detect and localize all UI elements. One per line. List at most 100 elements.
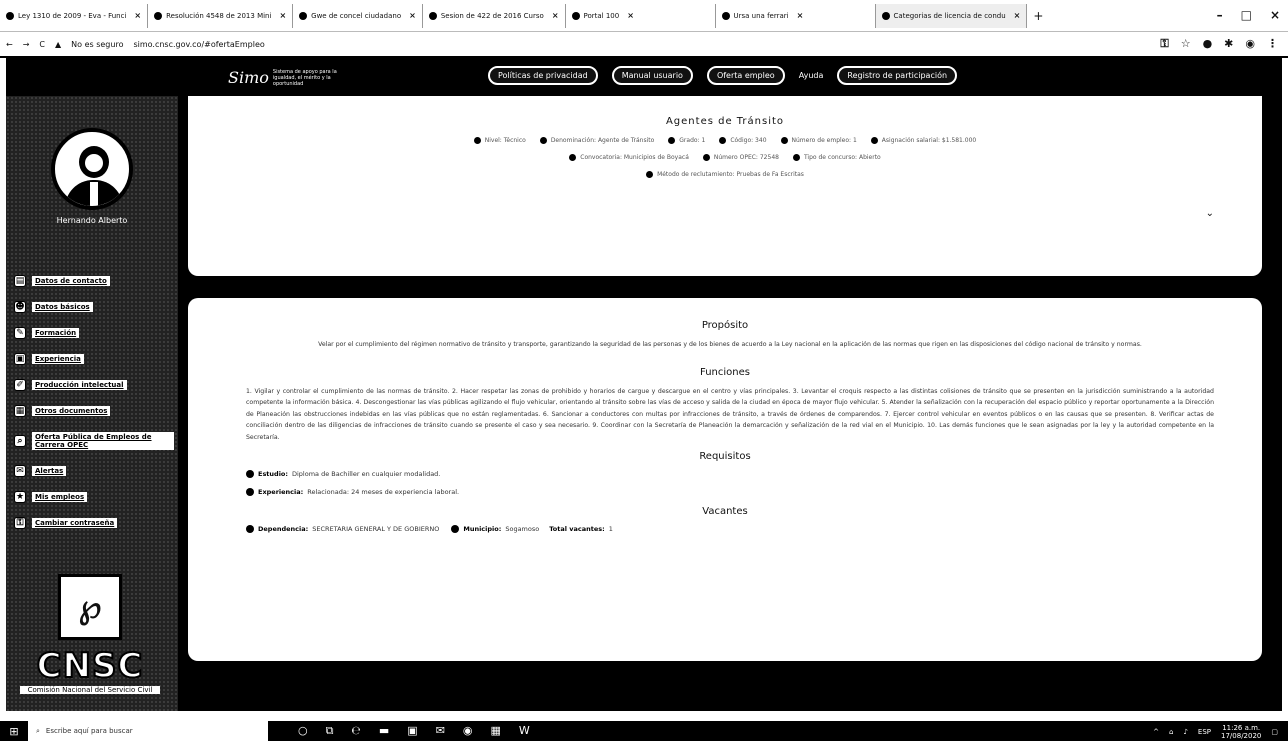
user-name: Hernando Alberto bbox=[56, 216, 128, 225]
task-view-icon[interactable]: ⧉ bbox=[326, 724, 334, 738]
browser-tab[interactable]: Ursa una ferrari × bbox=[716, 3, 876, 28]
browser-tab[interactable]: Ley 1310 de 2009 - Eva - Funci × bbox=[0, 3, 149, 28]
search-icon: ⌕ bbox=[36, 726, 40, 735]
sidebar-item-mis-empleos[interactable]: ★ Mis empleos bbox=[14, 484, 174, 510]
sidebar-item-cambiar-contrasena[interactable]: ⚿ Cambiar contraseña bbox=[14, 510, 174, 536]
meta-item: Número de empleo: 1 bbox=[780, 137, 857, 144]
nav-privacy-button[interactable]: Políticas de privacidad bbox=[488, 66, 598, 85]
nav-registro-button[interactable]: Registro de participación bbox=[837, 66, 958, 85]
document-icon: ▦ bbox=[14, 405, 26, 417]
sidebar-item-formacion[interactable]: ✎ Formación bbox=[14, 320, 174, 346]
clock[interactable]: 11:26 a.m. 17/08/2020 bbox=[1221, 724, 1261, 740]
mail-icon[interactable]: ✉ bbox=[436, 724, 445, 738]
sidebar-item-experiencia[interactable]: ▣ Experiencia bbox=[14, 346, 174, 372]
close-tab-icon[interactable]: × bbox=[134, 11, 141, 20]
menu-icon[interactable]: ⋮ bbox=[1267, 37, 1278, 51]
person-icon: ☻ bbox=[14, 301, 26, 313]
taskbar-search[interactable]: ⌕ Escribe aquí para buscar bbox=[28, 721, 268, 741]
cortana-icon[interactable]: ○ bbox=[298, 724, 308, 738]
graduation-icon bbox=[246, 470, 254, 478]
warning-icon: ▲ bbox=[55, 39, 62, 49]
file-explorer-icon[interactable]: ▬ bbox=[379, 724, 389, 738]
close-tab-icon[interactable]: × bbox=[797, 11, 804, 20]
tray-arrow-icon[interactable]: ^ bbox=[1153, 728, 1159, 736]
requisito-experiencia: Experiencia: Relacionada: 24 meses de exp… bbox=[188, 488, 1262, 496]
sidebar-item-produccion[interactable]: ✐ Producción intelectual bbox=[14, 372, 174, 398]
chevron-down-icon[interactable]: ⌄ bbox=[1206, 208, 1214, 219]
browser-tab[interactable]: Sesion de 422 de 2016 Curso × bbox=[423, 3, 566, 28]
browser-actions: ⚿ ☆ ● ✱ ◉ ⋮ bbox=[1160, 37, 1278, 51]
extension-icon[interactable]: ● bbox=[1203, 37, 1213, 51]
title-icon bbox=[539, 137, 547, 144]
security-label[interactable]: No es seguro bbox=[71, 40, 123, 49]
section-title-proposito: Propósito bbox=[701, 320, 749, 331]
browser-tab-active[interactable]: Categorias de licencia de condu × bbox=[875, 3, 1028, 28]
grade-icon bbox=[668, 137, 676, 144]
sidebar-item-opec[interactable]: ⌕ Oferta Pública de Empleos de Carrera OP… bbox=[14, 424, 174, 458]
network-icon[interactable]: ⌂ bbox=[1169, 728, 1173, 736]
close-tab-icon[interactable]: × bbox=[409, 11, 416, 20]
close-tab-icon[interactable]: × bbox=[1014, 11, 1021, 20]
requisito-estudio: Estudio: Diploma de Bachiller en cualquie… bbox=[188, 470, 1262, 478]
close-window-icon[interactable]: × bbox=[1270, 8, 1280, 22]
minimize-icon[interactable]: – bbox=[1217, 8, 1223, 22]
location-icon bbox=[451, 525, 460, 533]
close-tab-icon[interactable]: × bbox=[279, 11, 286, 20]
sidebar-item-datos-contacto[interactable]: ▤ Datos de contacto bbox=[14, 268, 174, 294]
nav-help-link[interactable]: Ayuda bbox=[799, 71, 824, 80]
job-detail-card: Propósito Velar por el cumplimiento del … bbox=[188, 298, 1262, 661]
system-tray: ^ ⌂ ♪ ESP 11:26 a.m. 17/08/2020 ▢ bbox=[1153, 724, 1278, 740]
tab-favicon-icon bbox=[881, 11, 890, 20]
window-controls: – □ × bbox=[1217, 8, 1280, 22]
avatar[interactable] bbox=[51, 128, 133, 210]
briefcase-icon bbox=[246, 488, 254, 496]
notifications-icon[interactable]: ▢ bbox=[1271, 728, 1278, 736]
key-icon[interactable]: ⚿ bbox=[1160, 37, 1168, 51]
meta-item: Asignación salarial: $1.581.000 bbox=[870, 137, 976, 144]
close-tab-icon[interactable]: × bbox=[627, 11, 634, 20]
type-icon bbox=[792, 154, 800, 161]
reload-icon[interactable]: C bbox=[39, 40, 45, 49]
app-icon[interactable]: ▦ bbox=[491, 724, 501, 738]
language-indicator[interactable]: ESP bbox=[1198, 728, 1211, 736]
users-icon bbox=[246, 525, 254, 533]
back-icon[interactable]: ← bbox=[6, 40, 13, 49]
tab-favicon-icon bbox=[6, 11, 14, 20]
browser-tab[interactable]: Gwe de concel ciudadano × bbox=[293, 3, 423, 28]
cnsc-subtitle: Comisión Nacional del Servicio Civil bbox=[20, 686, 160, 694]
job-meta-row: Convocatoria: Municipios de Boyacá Númer… bbox=[188, 154, 1262, 161]
funciones-text: 1. Vigilar y controlar el cumplimiento d… bbox=[246, 387, 1214, 441]
section-title-vacantes: Vacantes bbox=[702, 506, 748, 517]
meta-item: Código: 340 bbox=[719, 137, 767, 144]
simo-logo[interactable]: Simo Sistema de apoyo para la igualdad, … bbox=[228, 68, 343, 87]
sidebar-item-otros-documentos[interactable]: ▦ Otros documentos bbox=[14, 398, 174, 424]
profile-icon[interactable]: ◉ bbox=[1245, 37, 1255, 51]
browser-tab[interactable]: Resolución 4548 de 2013 Mini × bbox=[148, 3, 294, 28]
proposito-text: Velar por el cumplimiento del régimen no… bbox=[318, 341, 1142, 348]
tab-favicon-icon bbox=[154, 11, 163, 20]
nav-manual-button[interactable]: Manual usuario bbox=[611, 66, 693, 85]
meta-item: Convocatoria: Municipios de Boyacá bbox=[569, 154, 689, 161]
meta-item: Nivel: Técnico bbox=[473, 137, 526, 144]
meta-item: Denominación: Agente de Tránsito bbox=[539, 137, 654, 144]
forward-icon[interactable]: → bbox=[23, 40, 30, 49]
store-icon[interactable]: ▣ bbox=[407, 724, 417, 738]
windows-start-icon[interactable]: ⊞ bbox=[0, 721, 28, 741]
chrome-icon[interactable]: ◉ bbox=[463, 724, 473, 738]
maximize-icon[interactable]: □ bbox=[1241, 8, 1252, 22]
browser-tab[interactable]: Portal 100 × bbox=[566, 3, 716, 28]
cnsc-wordmark: CNSC bbox=[36, 645, 144, 687]
edge-icon[interactable]: ℮ bbox=[351, 724, 360, 738]
volume-icon[interactable]: ♪ bbox=[1183, 728, 1187, 736]
url-input[interactable]: simo.cnsc.gov.co/#ofertaEmpleo bbox=[133, 40, 264, 49]
nav-oferta-button[interactable]: Oferta empleo bbox=[706, 66, 785, 85]
bookmark-star-icon[interactable]: ☆ bbox=[1181, 37, 1191, 51]
word-icon[interactable]: W bbox=[519, 724, 530, 738]
meta-item: Método de reclutamiento: Pruebas de Fa E… bbox=[646, 171, 804, 178]
sidebar-item-alertas[interactable]: ✉ Alertas bbox=[14, 458, 174, 484]
puzzle-icon[interactable]: ✱ bbox=[1224, 37, 1233, 51]
close-tab-icon[interactable]: × bbox=[552, 11, 559, 20]
sidebar-item-datos-basicos[interactable]: ☻ Datos básicos bbox=[14, 294, 174, 320]
new-tab-icon[interactable]: + bbox=[1033, 9, 1043, 23]
site-header: Simo Sistema de apoyo para la igualdad, … bbox=[6, 58, 1282, 96]
